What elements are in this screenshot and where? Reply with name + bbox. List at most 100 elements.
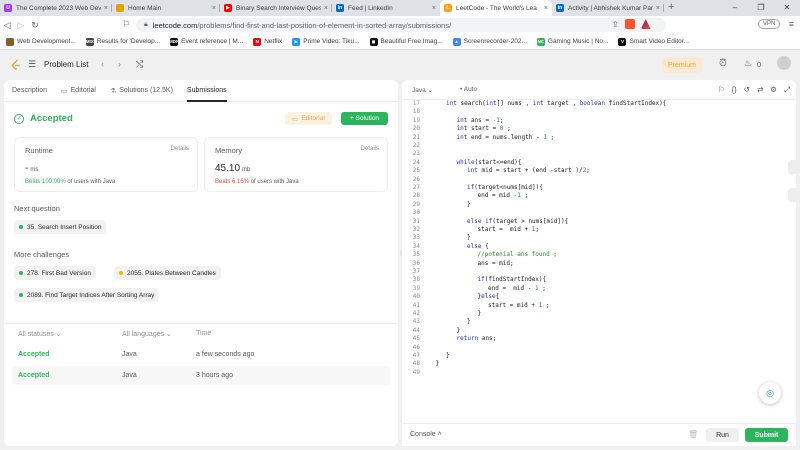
runtime-card[interactable]: Runtime Details - ms Beats 100.00% of use… bbox=[14, 137, 198, 192]
code-area[interactable]: 17 int search(int[] nums , int target , b… bbox=[402, 100, 796, 423]
new-tab-button[interactable]: + bbox=[668, 0, 674, 16]
editorial-button[interactable]: ▭ Editorial bbox=[285, 112, 332, 125]
vpn-button[interactable]: VPN bbox=[758, 19, 781, 29]
close-tab-icon[interactable]: × bbox=[432, 5, 436, 12]
address-bar-row: ◁ ▷ ↻ ⚐ 🔒︎ leetcode.com/problems/find-fi… bbox=[0, 16, 800, 34]
bookmark-label: Beautiful Free Imag... bbox=[380, 38, 443, 45]
prev-problem-icon[interactable]: ‹ bbox=[101, 59, 104, 69]
code-text: ans = mid; bbox=[477, 259, 514, 267]
submit-button[interactable]: Submit bbox=[745, 428, 788, 442]
reload-icon[interactable]: ↻ bbox=[28, 20, 42, 31]
code-line: 49 bbox=[402, 369, 796, 377]
console-toggle[interactable]: Console ˄ bbox=[410, 431, 442, 438]
table-row[interactable]: Accepted Java a few seconds ago bbox=[12, 345, 390, 364]
close-tab-icon[interactable]: × bbox=[212, 5, 216, 12]
maximize-icon[interactable]: ❐ bbox=[748, 0, 774, 16]
challenge-chip[interactable]: 2055. Plates Between Candles bbox=[114, 266, 221, 280]
browser-tab[interactable]: ▶ Binary Search Interview Questio × bbox=[220, 0, 332, 16]
bookmark-favicon-icon: NC bbox=[536, 37, 545, 46]
submission-status[interactable]: Accepted bbox=[18, 372, 50, 379]
share-icon[interactable]: ⇪ bbox=[612, 20, 619, 29]
expand-icon[interactable]: ⤢ bbox=[784, 85, 790, 95]
code-line: 25 int mid = start + (end -start )/2; bbox=[402, 167, 796, 175]
line-number: 26 bbox=[412, 175, 420, 183]
run-button[interactable]: Run bbox=[706, 428, 739, 442]
table-row[interactable]: Accepted Java 3 hours ago bbox=[12, 366, 390, 385]
alarm-clock-icon[interactable]: ⏰︎ bbox=[719, 58, 727, 69]
problem-list-icon[interactable]: ☰ bbox=[28, 59, 36, 70]
bookmark-item[interactable]: ▶ Prime Video: Tiku... bbox=[292, 37, 360, 46]
code-line: 24 while(start<=end){ bbox=[402, 159, 796, 167]
bookmark-item[interactable]: MIX Results for 'Develop... bbox=[85, 37, 160, 46]
bookmark-label: Web Development... bbox=[17, 38, 76, 45]
browser-tab[interactable]: in Activity | Abhishek Kumar Pand × bbox=[552, 0, 664, 16]
bookmark-item[interactable]: MDN Event reference | M... bbox=[169, 37, 243, 46]
brave-rewards-icon[interactable] bbox=[640, 19, 651, 29]
runtime-details-link[interactable]: Details bbox=[171, 146, 189, 152]
premium-button[interactable]: Premium bbox=[662, 57, 702, 73]
memory-card[interactable]: Memory Details 45.10 mb Beats 6.16% of us… bbox=[204, 137, 388, 192]
code-line: 31 else if(target > nums[mid]){ bbox=[402, 218, 796, 226]
bookmark-item[interactable]: ▲ Screenrecorder-202... bbox=[452, 37, 527, 46]
chat-support-icon[interactable]: ◎ bbox=[759, 382, 781, 404]
add-solution-button[interactable]: + Solution bbox=[341, 112, 388, 125]
avatar[interactable] bbox=[777, 56, 791, 70]
tab-editorial[interactable]: ▭ Editorial bbox=[61, 80, 96, 102]
lock-icon[interactable]: 🔒︎ bbox=[144, 21, 148, 29]
submission-status[interactable]: Accepted bbox=[18, 351, 50, 358]
tab-solutions[interactable]: ⚗ Solutions (12.5K) bbox=[110, 80, 173, 102]
code-text: } bbox=[446, 352, 450, 359]
close-tab-icon[interactable]: × bbox=[544, 5, 548, 12]
status-filter[interactable]: All statuses ⌄ bbox=[18, 330, 62, 338]
browser-tab[interactable]: U The Complete 2023 Web Develo × bbox=[0, 0, 112, 16]
submission-time: 3 hours ago bbox=[196, 372, 233, 379]
minimize-icon[interactable]: – bbox=[722, 0, 748, 16]
bookmark-label: Smart Video Editor... bbox=[629, 38, 689, 45]
url-bar[interactable]: 🔒︎ leetcode.com/problems/find-first-and-… bbox=[136, 18, 666, 32]
browser-tab[interactable]: L LeetCode - The World's Lea × bbox=[440, 0, 552, 16]
problem-list-link[interactable]: Problem List bbox=[44, 60, 88, 69]
browser-menu-icon[interactable]: ≡ bbox=[789, 19, 794, 29]
browser-tab[interactable]: in Feed | LinkedIn × bbox=[332, 0, 440, 16]
browser-tab[interactable]: Home Main × bbox=[112, 0, 220, 16]
code-icon[interactable]: ⇄ bbox=[757, 85, 763, 95]
bookmark-item[interactable]: ◼ Beautiful Free Imag... bbox=[369, 37, 443, 46]
next-question-chip[interactable]: 35. Search Insert Position bbox=[14, 220, 107, 234]
bookmark-item[interactable]: NC Gaming Music | No... bbox=[536, 37, 608, 46]
memory-details-link[interactable]: Details bbox=[361, 146, 379, 152]
leetcode-logo-icon[interactable] bbox=[10, 59, 22, 71]
auto-toggle[interactable]: • Auto bbox=[460, 86, 477, 93]
streak-fire-icon[interactable]: ♨ bbox=[744, 58, 752, 69]
trash-icon[interactable]: 🗑︎ bbox=[688, 430, 698, 439]
braces-icon[interactable]: {} bbox=[732, 85, 737, 95]
close-tab-icon[interactable]: × bbox=[104, 5, 108, 12]
language-filter[interactable]: All languages ⌄ bbox=[122, 330, 172, 338]
extension-icons: ⇪ bbox=[612, 19, 651, 29]
line-number: 25 bbox=[412, 167, 420, 175]
streak-count: 0 bbox=[757, 60, 762, 69]
side-scroll-tab[interactable] bbox=[788, 188, 800, 202]
brave-shield-icon[interactable] bbox=[624, 19, 635, 29]
bookmark-item[interactable]: V Smart Video Editor... bbox=[618, 37, 689, 46]
close-tab-icon[interactable]: × bbox=[656, 5, 660, 12]
language-select[interactable]: Java ⌄ bbox=[412, 86, 433, 94]
challenge-chip[interactable]: 2089. Find Target Indices After Sorting … bbox=[14, 288, 160, 302]
back-icon[interactable]: ◁ bbox=[0, 20, 14, 31]
time-column-header: Time bbox=[196, 330, 212, 337]
tab-description[interactable]: Description bbox=[12, 80, 47, 102]
shuffle-icon[interactable]: ⤭ bbox=[136, 59, 143, 70]
bookmark-icon[interactable]: ⚐ bbox=[122, 19, 130, 30]
tab-submissions[interactable]: Submissions bbox=[186, 80, 227, 102]
close-tab-icon[interactable]: × bbox=[324, 5, 328, 12]
bookmark-item[interactable]: N Netflix bbox=[253, 37, 282, 46]
close-window-icon[interactable]: ✕ bbox=[774, 0, 800, 16]
bookmark-item[interactable]: Web Development... bbox=[6, 37, 76, 46]
reset-icon[interactable]: ↺ bbox=[744, 85, 750, 95]
challenge-chip[interactable]: 278. First Bad Version bbox=[14, 266, 96, 280]
bookmark-icon[interactable]: ⚐ bbox=[718, 85, 725, 95]
next-problem-icon[interactable]: › bbox=[118, 59, 121, 69]
side-scroll-tab[interactable] bbox=[788, 160, 800, 174]
settings-gear-icon[interactable]: ⚙ bbox=[770, 85, 777, 95]
forward-icon[interactable]: ▷ bbox=[14, 20, 28, 31]
code-text: } bbox=[467, 234, 471, 242]
